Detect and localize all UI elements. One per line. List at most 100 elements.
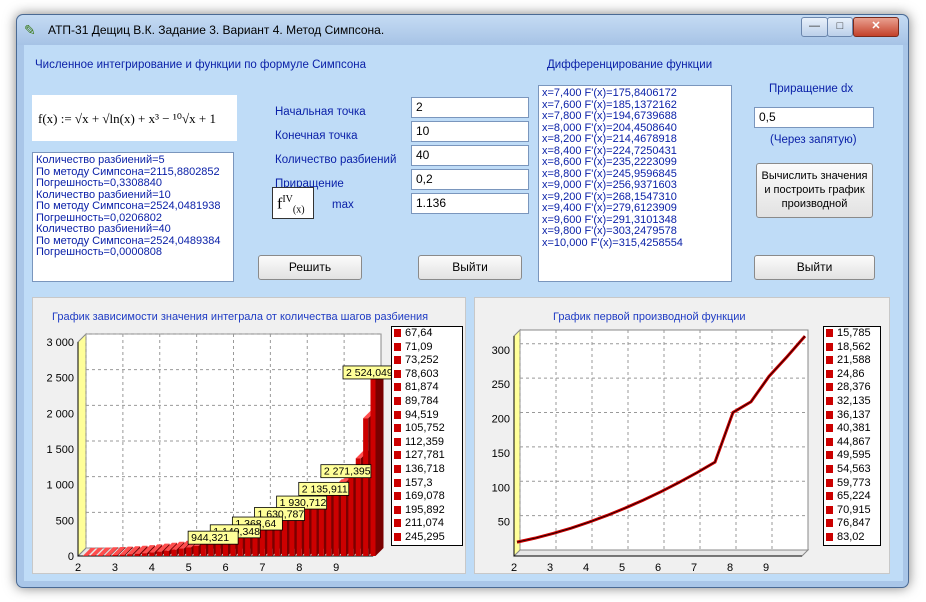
derivative-line: x=7,800 F'(x)=194,6739688 bbox=[542, 110, 677, 122]
legend-label: 67,64 bbox=[405, 327, 433, 339]
legend-entry: 83,02 bbox=[824, 531, 880, 545]
dx-label: Приращение dx bbox=[769, 83, 854, 95]
derivative-chart-panel: График первой производной функции 50 100 1… bbox=[474, 297, 890, 574]
legend-entry: 59,773 bbox=[824, 477, 880, 491]
legend-swatch bbox=[826, 396, 833, 405]
bar bbox=[149, 552, 155, 556]
legend-label: 40,381 bbox=[837, 422, 871, 435]
formula-display: f(x) := √x + √ln(x) + x³ − ¹⁰√x + 1 bbox=[32, 95, 237, 141]
legend-swatch bbox=[394, 437, 401, 446]
derivative-chart-title: График первой производной функции bbox=[553, 311, 746, 323]
compute-button[interactable]: Вычислить значения и построить график пр… bbox=[756, 163, 873, 218]
main-window: ✎ АТП-31 Дещиц В.К. Задание 3. Вариант 4… bbox=[16, 14, 909, 588]
dx-input[interactable]: 0,5 bbox=[754, 107, 874, 128]
title-bar[interactable]: ✎ АТП-31 Дещиц В.К. Задание 3. Вариант 4… bbox=[17, 15, 908, 45]
legend-swatch bbox=[394, 396, 401, 405]
legend-entry: 112,359 bbox=[392, 436, 462, 450]
partitions-input[interactable]: 40 bbox=[411, 145, 529, 166]
legend-entry: 245,295 bbox=[392, 531, 462, 545]
legend-swatch bbox=[826, 356, 833, 365]
legend-label: 94,519 bbox=[405, 408, 439, 421]
legend-label: 105,752 bbox=[405, 422, 445, 435]
legend-swatch bbox=[826, 437, 833, 446]
integral-chart-legend: 67,64 71,09 73,252 78,603 81,874 89,784 94,519… bbox=[391, 326, 463, 546]
legend-swatch bbox=[394, 532, 401, 541]
start-point-label: Начальная точка bbox=[275, 106, 366, 118]
legend-entry: 195,892 bbox=[392, 504, 462, 518]
legend-swatch bbox=[394, 492, 401, 501]
exit-button-1[interactable]: Выйти bbox=[418, 255, 522, 280]
legend-swatch bbox=[394, 410, 401, 419]
data-label: 944,321 bbox=[191, 532, 229, 544]
window-title: АТП-31 Дещиц В.К. Задание 3. Вариант 4. … bbox=[48, 23, 385, 37]
x-tick-label: 8 bbox=[296, 562, 302, 574]
legend-swatch bbox=[394, 424, 401, 433]
close-button[interactable]: ✕ bbox=[853, 17, 899, 37]
legend-entry: 89,784 bbox=[392, 395, 462, 409]
legend-entry: 73,252 bbox=[392, 354, 462, 368]
legend-swatch bbox=[394, 383, 401, 392]
legend-swatch bbox=[394, 519, 401, 528]
x-tick-label: 4 bbox=[149, 562, 155, 574]
minimize-button[interactable]: — bbox=[801, 17, 828, 37]
x-tick-label: 3 bbox=[112, 562, 118, 574]
derivative-line: x=9,800 F'(x)=303,2479578 bbox=[542, 225, 677, 237]
y-tick-label: 1 500 bbox=[46, 444, 74, 456]
bar bbox=[333, 487, 339, 556]
increment-input[interactable]: 0,2 bbox=[411, 169, 529, 190]
legend-entry: 28,376 bbox=[824, 381, 880, 395]
bar bbox=[171, 549, 177, 556]
legend-label: 73,252 bbox=[405, 354, 439, 367]
plot-floor bbox=[512, 549, 810, 557]
legend-entry: 105,752 bbox=[392, 422, 462, 436]
legend-label: 65,224 bbox=[837, 490, 871, 503]
max-input[interactable]: 1.136 bbox=[411, 193, 529, 214]
integration-results-memo[interactable]: Количество разбиений=5 По методу Симпсона… bbox=[32, 152, 234, 282]
end-point-label: Конечная точка bbox=[275, 130, 358, 142]
derivative-results-memo[interactable]: x=7,400 F'(x)=175,8406172 x=7,600 F'(x)=1… bbox=[538, 85, 732, 282]
legend-label: 76,847 bbox=[837, 517, 871, 530]
bar bbox=[208, 542, 214, 556]
legend-label: 32,135 bbox=[837, 394, 871, 407]
end-point-input[interactable]: 10 bbox=[411, 121, 529, 142]
legend-label: 49,595 bbox=[837, 449, 871, 462]
legend-label: 81,874 bbox=[405, 381, 439, 394]
legend-label: 112,359 bbox=[405, 435, 444, 448]
bar bbox=[200, 544, 206, 556]
legend-label: 195,892 bbox=[405, 503, 445, 516]
legend-label: 44,867 bbox=[837, 435, 871, 448]
bar bbox=[141, 553, 147, 556]
legend-entry: 18,562 bbox=[824, 341, 880, 355]
bar bbox=[105, 555, 110, 556]
legend-label: 83,02 bbox=[837, 530, 865, 543]
bar bbox=[112, 555, 118, 556]
legend-swatch bbox=[826, 505, 833, 514]
legend-label: 71,09 bbox=[405, 340, 433, 353]
legend-swatch bbox=[826, 383, 833, 392]
bar bbox=[363, 418, 369, 556]
y-tick-label: 2 000 bbox=[46, 408, 74, 420]
start-point-input[interactable]: 2 bbox=[411, 97, 529, 118]
legend-swatch bbox=[826, 532, 833, 541]
legend-swatch bbox=[394, 342, 401, 351]
legend-label: 59,773 bbox=[837, 476, 871, 489]
solve-button[interactable]: Решить bbox=[258, 255, 362, 280]
x-tick-label: 6 bbox=[655, 562, 661, 574]
legend-swatch bbox=[826, 342, 833, 351]
legend-entry: 36,137 bbox=[824, 409, 880, 423]
legend-entry: 32,135 bbox=[824, 395, 880, 409]
client-area: Численное интегрирование и функции по фо… bbox=[24, 45, 903, 581]
bar bbox=[186, 547, 192, 556]
legend-entry: 157,3 bbox=[392, 477, 462, 491]
legend-label: 36,137 bbox=[837, 408, 871, 421]
derivative-chart: 50 100 150 200 250 300 2 3 4 5 6 7 8 9 bbox=[492, 328, 810, 574]
legend-label: 78,603 bbox=[405, 367, 439, 380]
legend-label: 245,295 bbox=[405, 530, 445, 543]
dx-hint: (Через запятую) bbox=[770, 134, 857, 146]
legend-swatch bbox=[826, 464, 833, 473]
x-tick-label: 9 bbox=[333, 562, 339, 574]
maximize-button[interactable]: □ bbox=[827, 17, 853, 37]
x-tick-label: 7 bbox=[691, 562, 697, 574]
exit-button-2[interactable]: Выйти bbox=[754, 255, 875, 280]
legend-swatch bbox=[394, 369, 401, 378]
